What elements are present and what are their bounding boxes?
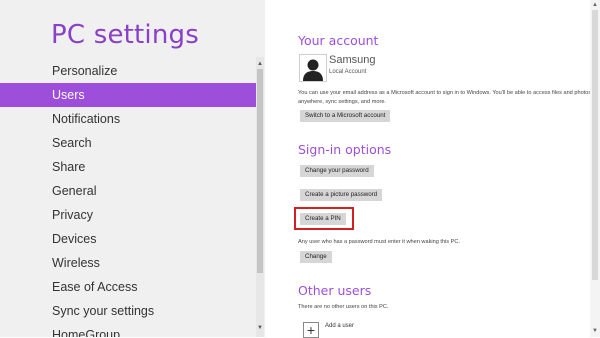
- sidebar-item-homegroup[interactable]: HomeGroup: [0, 323, 256, 337]
- users-settings-panel: Your account Samsung Local Account You c…: [265, 0, 592, 338]
- switch-to-microsoft-account-button[interactable]: Switch to a Microsoft account: [300, 110, 391, 122]
- account-description: You can use your email address as a Micr…: [298, 90, 592, 105]
- plus-icon: +: [303, 322, 319, 338]
- page-title: PC settings: [51, 20, 199, 50]
- sign-in-options-heading: Sign-in options: [298, 142, 392, 157]
- sidebar-item-sync-settings[interactable]: Sync your settings: [0, 299, 256, 323]
- main-scroll-thumb[interactable]: [592, 10, 598, 280]
- sidebar-item-privacy[interactable]: Privacy: [0, 203, 256, 227]
- sidebar-item-notifications[interactable]: Notifications: [0, 107, 256, 131]
- change-password-button[interactable]: Change your password: [300, 165, 374, 177]
- change-wake-setting-button[interactable]: Change: [300, 251, 332, 263]
- account-name: Samsung: [329, 54, 376, 66]
- sidebar-scroll-thumb[interactable]: [257, 69, 263, 273]
- other-users-heading: Other users: [298, 283, 372, 298]
- wake-password-text: Any user who has a password must enter i…: [298, 239, 460, 245]
- main-scrollbar[interactable]: ▲ ▼: [590, 0, 600, 337]
- sidebar-item-wireless[interactable]: Wireless: [0, 251, 256, 275]
- settings-sidebar: PC settings Personalize Users Notificati…: [0, 0, 265, 337]
- sidebar-item-ease-of-access[interactable]: Ease of Access: [0, 275, 256, 299]
- scroll-down-icon[interactable]: ▼: [256, 323, 264, 333]
- scroll-up-icon[interactable]: ▲: [256, 59, 264, 69]
- main-scroll-up-icon[interactable]: ▲: [590, 1, 600, 9]
- sidebar-item-users[interactable]: Users: [0, 83, 256, 107]
- account-type: Local Account: [329, 69, 367, 75]
- main-scroll-down-icon[interactable]: ▼: [590, 327, 600, 335]
- sidebar-scrollbar[interactable]: ▲ ▼: [256, 57, 264, 337]
- add-user-label: Add a user: [325, 323, 355, 329]
- sidebar-item-general[interactable]: General: [0, 179, 256, 203]
- create-pin-button[interactable]: Create a PIN: [300, 213, 346, 225]
- create-picture-password-button[interactable]: Create a picture password: [300, 189, 383, 201]
- sidebar-nav: Personalize Users Notifications Search S…: [0, 59, 256, 337]
- sidebar-item-devices[interactable]: Devices: [0, 227, 256, 251]
- sidebar-item-share[interactable]: Share: [0, 155, 256, 179]
- sidebar-item-personalize[interactable]: Personalize: [0, 59, 256, 83]
- user-silhouette-icon: [303, 59, 323, 81]
- your-account-heading: Your account: [298, 33, 379, 48]
- sidebar-item-search[interactable]: Search: [0, 131, 256, 155]
- account-avatar: [299, 54, 327, 82]
- no-other-users-text: There are no other users on this PC.: [298, 304, 389, 310]
